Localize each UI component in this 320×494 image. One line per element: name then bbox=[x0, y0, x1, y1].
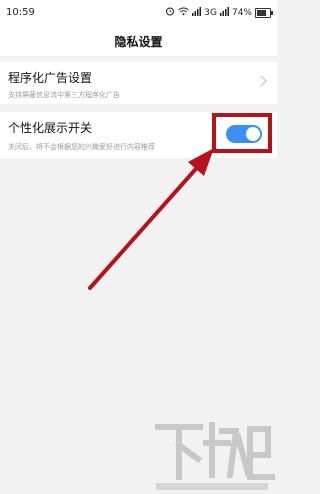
setting-subtitle: 支持屏蔽信息流中第三方程序化广告 bbox=[8, 91, 120, 99]
watermark-logo-icon bbox=[155, 422, 275, 490]
signal-icon-2 bbox=[219, 6, 229, 19]
signal-icon bbox=[192, 6, 202, 19]
status-bar: 10:59 3G 74% bbox=[0, 0, 277, 26]
title-bar: 隐私设置 bbox=[0, 26, 277, 56]
chevron-right-icon bbox=[255, 75, 267, 87]
setting-subtitle: 关闭后，将不会根据您的兴趣爱好进行内容推荐 bbox=[8, 143, 155, 151]
setting-title: 程序化广告设置 bbox=[8, 71, 93, 85]
battery-icon bbox=[255, 7, 273, 18]
battery-percent: 74% bbox=[231, 7, 252, 18]
setting-programmatic-ads[interactable]: 程序化广告设置 支持屏蔽信息流中第三方程序化广告 bbox=[0, 62, 277, 104]
setting-title: 个性化展示开关 bbox=[8, 121, 93, 135]
highlight-box bbox=[212, 113, 272, 153]
alarm-icon bbox=[165, 6, 175, 19]
wifi-icon bbox=[178, 7, 190, 19]
status-time: 10:59 bbox=[6, 7, 35, 18]
network-type: 3G bbox=[204, 7, 217, 18]
status-icons: 3G 74% bbox=[165, 6, 273, 19]
page-title: 隐私设置 bbox=[114, 35, 163, 49]
